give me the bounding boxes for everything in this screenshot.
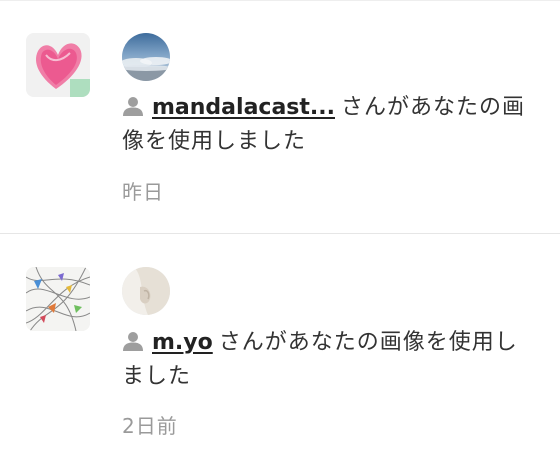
sky-clouds-photo-icon (122, 33, 170, 81)
notification-list: mandalacast... さんがあなたの画像を使用しました 昨日 m.yo … (0, 0, 560, 467)
notification-item[interactable]: m.yo さんがあなたの画像を使用しました 2日前 (0, 234, 560, 467)
user-icon (123, 332, 143, 351)
notification-text: mandalacast... さんがあなたの画像を使用しました (122, 91, 532, 159)
notification-item[interactable]: mandalacast... さんがあなたの画像を使用しました 昨日 (0, 1, 560, 233)
username-link[interactable]: m.yo (152, 330, 213, 355)
image-thumbnail[interactable] (26, 33, 90, 97)
user-avatar[interactable] (122, 33, 170, 81)
white-cloth-photo-icon (122, 267, 170, 315)
notification-text: m.yo さんがあなたの画像を使用しました (122, 326, 532, 394)
pink-heart-drawing-icon (26, 33, 90, 97)
username-link[interactable]: mandalacast... (152, 95, 335, 120)
user-avatar[interactable] (122, 267, 170, 315)
timestamp: 2日前 (122, 414, 178, 438)
image-thumbnail[interactable] (26, 267, 90, 331)
user-icon (123, 97, 143, 116)
abstract-colorful-lines-icon (26, 267, 90, 331)
timestamp: 昨日 (122, 180, 164, 204)
